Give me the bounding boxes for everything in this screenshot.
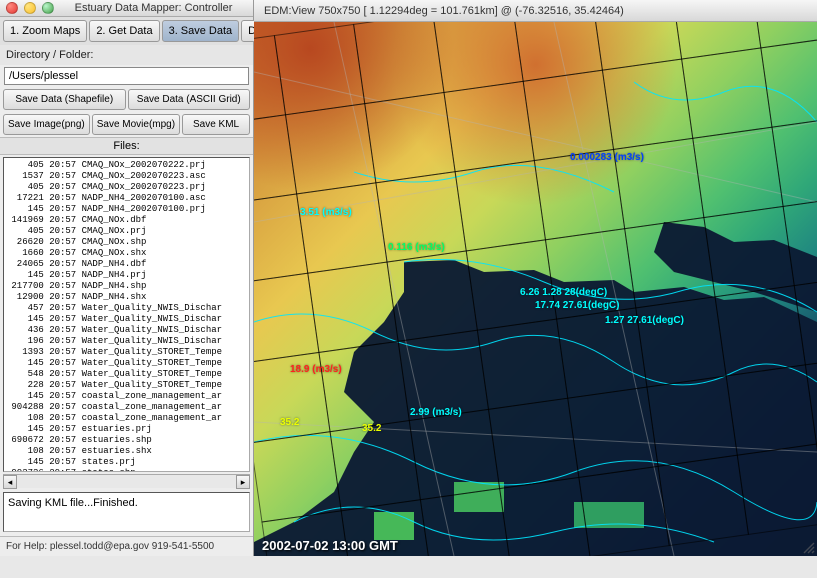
- save-shapefile-button[interactable]: Save Data (Shapefile): [3, 89, 126, 110]
- file-row[interactable]: 145 20:57 NADP_NH4.prj: [6, 270, 247, 281]
- tab-get-data[interactable]: 2. Get Data: [89, 20, 159, 42]
- file-row[interactable]: 903736 20:57 states.shp: [6, 468, 247, 473]
- map-value-label: 35.2: [362, 423, 381, 434]
- save-kml-button[interactable]: Save KML: [182, 114, 250, 135]
- file-row[interactable]: 1537 20:57 CMAQ_NOx_2002070223.asc: [6, 171, 247, 182]
- close-icon[interactable]: [6, 2, 18, 14]
- window-controls: [6, 2, 54, 14]
- controller-panel: Estuary Data Mapper: Controller 1. Zoom …: [0, 0, 254, 556]
- file-row[interactable]: 145 20:57 estuaries.prj: [6, 424, 247, 435]
- file-row[interactable]: 108 20:57 coastal_zone_management_ar: [6, 413, 247, 424]
- controller-titlebar: Estuary Data Mapper: Controller: [0, 0, 253, 17]
- file-row[interactable]: 457 20:57 Water_Quality_NWIS_Dischar: [6, 303, 247, 314]
- file-row[interactable]: 548 20:57 Water_Quality_STORET_Tempe: [6, 369, 247, 380]
- file-row[interactable]: 1660 20:57 CMAQ_NOx.shx: [6, 248, 247, 259]
- file-row[interactable]: 1393 20:57 Water_Quality_STORET_Tempe: [6, 347, 247, 358]
- map-value-label: 0.116 (m3/s): [388, 242, 445, 253]
- file-row[interactable]: 24065 20:57 NADP_NH4.dbf: [6, 259, 247, 270]
- viewer-title: EDM:View 750x750 [ 1.12294deg = 101.761k…: [260, 5, 811, 17]
- map-value-label: 35.2: [280, 417, 299, 428]
- file-row[interactable]: 17221 20:57 NADP_NH4_2002070100.asc: [6, 193, 247, 204]
- file-row[interactable]: 228 20:57 Water_Quality_STORET_Tempe: [6, 380, 247, 391]
- file-row[interactable]: 904288 20:57 coastal_zone_management_ar: [6, 402, 247, 413]
- file-row[interactable]: 405 20:57 CMAQ_NOx_2002070222.prj: [6, 160, 247, 171]
- map-value-label: 1.27 27.61(degC): [605, 315, 684, 326]
- map-value-label: 3.51 (m3/s): [300, 207, 352, 218]
- file-row[interactable]: 141969 20:57 CMAQ_NOx.dbf: [6, 215, 247, 226]
- horizontal-scrollbar[interactable]: ◂ ▸: [3, 474, 250, 488]
- zoom-icon[interactable]: [42, 2, 54, 14]
- files-list[interactable]: 405 20:57 CMAQ_NOx_2002070222.prj 1537 2…: [3, 157, 250, 473]
- timestamp-overlay: 2002-07-02 13:00 GMT: [254, 535, 817, 556]
- tab-zoom-maps[interactable]: 1. Zoom Maps: [3, 20, 87, 42]
- viewer-titlebar: EDM:View 750x750 [ 1.12294deg = 101.761k…: [254, 0, 817, 22]
- minimize-icon[interactable]: [24, 2, 36, 14]
- directory-label: Directory / Folder:: [0, 45, 253, 65]
- controller-title: Estuary Data Mapper: Controller: [60, 2, 247, 14]
- map-value-label: 6.26 1.28 28(degC): [520, 287, 607, 298]
- file-row[interactable]: 145 20:57 Water_Quality_STORET_Tempe: [6, 358, 247, 369]
- scroll-right-icon[interactable]: ▸: [236, 475, 250, 489]
- file-row[interactable]: 26620 20:57 CMAQ_NOx.shp: [6, 237, 247, 248]
- file-row[interactable]: 145 20:57 NADP_NH4_2002070100.prj: [6, 204, 247, 215]
- map-value-label: 17.74 27.61(degC): [535, 300, 620, 311]
- map-canvas[interactable]: 0.000283 (m3/s) 3.51 (m3/s) 0.116 (m3/s) 6.…: [254, 22, 817, 556]
- tab-save-data[interactable]: 3. Save Data: [162, 20, 240, 42]
- file-row[interactable]: 108 20:57 estuaries.shx: [6, 446, 247, 457]
- file-row[interactable]: 405 20:57 CMAQ_NOx_2002070223.prj: [6, 182, 247, 193]
- file-row[interactable]: 436 20:57 Water_Quality_NWIS_Dischar: [6, 325, 247, 336]
- file-row[interactable]: 145 20:57 coastal_zone_management_ar: [6, 391, 247, 402]
- save-image-button[interactable]: Save Image(png): [3, 114, 90, 135]
- viewer-panel: EDM:View 750x750 [ 1.12294deg = 101.761k…: [254, 0, 817, 556]
- save-movie-button[interactable]: Save Movie(mpg): [92, 114, 180, 135]
- status-text: Saving KML file...Finished.: [3, 492, 250, 532]
- file-row[interactable]: 217700 20:57 NADP_NH4.shp: [6, 281, 247, 292]
- directory-input[interactable]: [4, 67, 249, 85]
- scroll-left-icon[interactable]: ◂: [3, 475, 17, 489]
- save-ascii-button[interactable]: Save Data (ASCII Grid): [128, 89, 251, 110]
- map-value-label: 0.000283 (m3/s): [570, 152, 644, 163]
- resize-grip-icon[interactable]: [801, 540, 815, 554]
- map-value-label: 18.9 (m3/s): [290, 364, 342, 375]
- files-header: Files:: [0, 137, 253, 155]
- file-row[interactable]: 145 20:57 states.prj: [6, 457, 247, 468]
- file-row[interactable]: 12900 20:57 NADP_NH4.shx: [6, 292, 247, 303]
- file-row[interactable]: 690672 20:57 estuaries.shp: [6, 435, 247, 446]
- map-value-label: 2.99 (m3/s): [410, 407, 462, 418]
- file-row[interactable]: 196 20:57 Water_Quality_NWIS_Dischar: [6, 336, 247, 347]
- file-row[interactable]: 405 20:57 CMAQ_NOx.prj: [6, 226, 247, 237]
- help-bar: For Help: plessel.todd@epa.gov 919-541-5…: [0, 536, 253, 556]
- tabs-row: 1. Zoom Maps 2. Get Data 3. Save Data Do…: [0, 17, 253, 45]
- file-row[interactable]: 145 20:57 Water_Quality_NWIS_Dischar: [6, 314, 247, 325]
